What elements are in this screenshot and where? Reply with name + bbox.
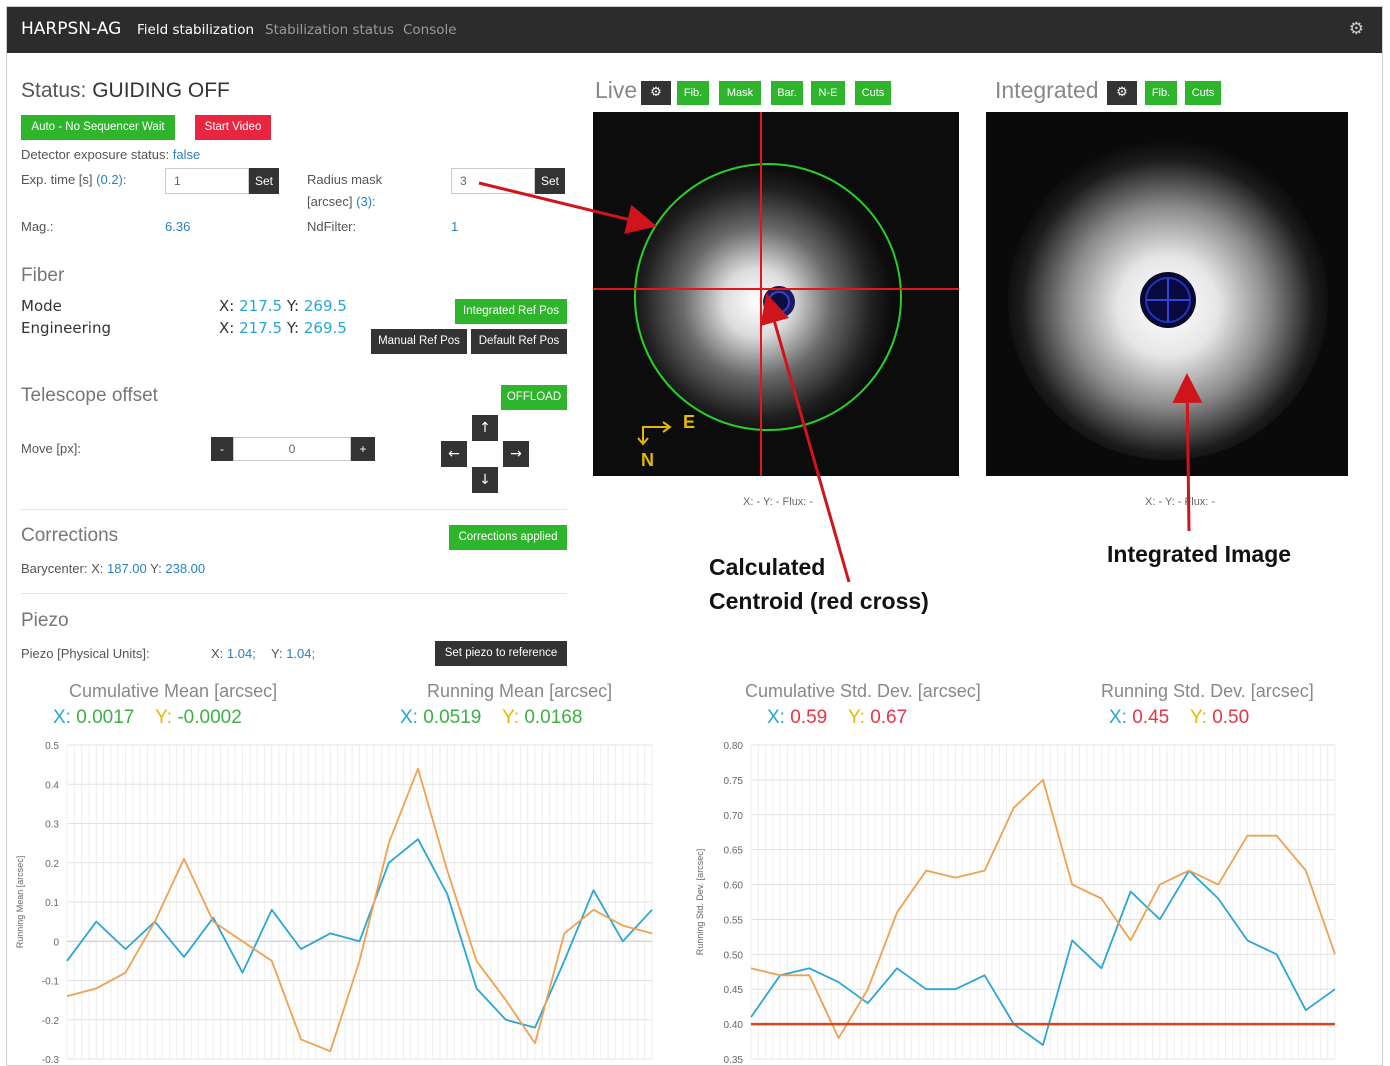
y-tick-label: 0.80 [724, 741, 744, 752]
y-tick-label: 0.50 [724, 950, 744, 961]
y-tick-label: 0.1 [45, 898, 59, 909]
y-tick-label: -0.3 [42, 1055, 60, 1066]
y-tick-label: 0.4 [45, 780, 59, 791]
y-tick-label: 0.2 [45, 859, 59, 870]
y-tick-label: 0.40 [724, 1020, 744, 1031]
y-tick-label: 0.75 [724, 776, 744, 787]
cum-std-y-label: Y: [848, 707, 865, 728]
piezo-x-value: 1.04; [226, 646, 256, 661]
cum-std-x: 0.59 [790, 707, 828, 728]
cum-std-title: Cumulative Std. Dev. [arcsec] [745, 681, 981, 701]
y-tick-label: 0.35 [724, 1055, 744, 1066]
app-window: HARPSN-AG Field stabilization Stabilizat… [6, 6, 1383, 1066]
piezo-x: X: 1.04; [211, 646, 256, 661]
cum-mean-y: -0.0002 [177, 707, 242, 728]
cum-std-values: X: 0.59 Y: 0.67 [767, 707, 907, 729]
y-tick-label: -0.1 [42, 977, 60, 988]
centroid-annotation-line2: Centroid (red cross) [709, 588, 929, 614]
run-std-y: 0.50 [1212, 707, 1250, 728]
run-mean-title: Running Mean [arcsec] [427, 681, 613, 701]
running-mean-chart: 0.5 0.4 0.3 0.2 0.1 0 -0.1 -0.2 -0.3 Running Mean… [15, 741, 653, 1066]
cum-std-x-label: X: [767, 707, 785, 728]
y-tick-label: 0.5 [45, 741, 59, 752]
integrated-annotation: Integrated Image [1107, 541, 1292, 567]
cum-mean-values: X: 0.0017 Y: -0.0002 [53, 707, 242, 729]
centroid-annotation: Calculated Centroid (red cross) [709, 550, 929, 618]
run-mean-x: 0.0519 [423, 707, 482, 728]
y-tick-label: 0.3 [45, 820, 59, 831]
y-tick-label: 0.70 [724, 811, 744, 822]
run-std-y-label: Y: [1190, 707, 1207, 728]
y-axis-label: Running Mean [arcsec] [15, 856, 25, 949]
cum-mean-x-label: X: [53, 707, 71, 728]
piezo-x-label: X: [211, 646, 224, 661]
run-std-title: Running Std. Dev. [arcsec] [1101, 681, 1314, 701]
cum-mean-x: 0.0017 [76, 707, 135, 728]
y-tick-label: 0.55 [724, 915, 744, 926]
cum-std-y: 0.67 [870, 707, 908, 728]
y-tick-label: 0 [53, 937, 59, 948]
running-std-chart: 0.80 0.75 0.70 0.65 0.60 0.55 0.50 0.45 0.40 0.35… [695, 741, 1336, 1066]
y-tick-label: 0.60 [724, 881, 744, 892]
run-mean-values: X: 0.0519 Y: 0.0168 [400, 707, 582, 729]
y-axis-label: Running Std. Dev. [arcsec] [695, 849, 705, 955]
run-mean-y: 0.0168 [524, 707, 583, 728]
piezo-y-value: 1.04; [286, 646, 316, 661]
run-std-values: X: 0.45 Y: 0.50 [1109, 707, 1249, 729]
run-mean-x-label: X: [400, 707, 418, 728]
y-tick-label: -0.2 [42, 1016, 60, 1027]
piezo-y-label: Y: [271, 646, 283, 661]
y-tick-label: 0.65 [724, 846, 744, 857]
centroid-annotation-line1: Calculated [709, 554, 826, 580]
run-std-x-label: X: [1109, 707, 1127, 728]
run-mean-y-label: Y: [502, 707, 520, 728]
cum-mean-y-label: Y: [155, 707, 173, 728]
piezo-y: Y: 1.04; [271, 646, 315, 661]
cum-mean-title: Cumulative Mean [arcsec] [69, 681, 278, 701]
y-tick-label: 0.45 [724, 985, 744, 996]
piezo-label: Piezo [Physical Units]: [21, 646, 150, 661]
run-std-x: 0.45 [1132, 707, 1170, 728]
